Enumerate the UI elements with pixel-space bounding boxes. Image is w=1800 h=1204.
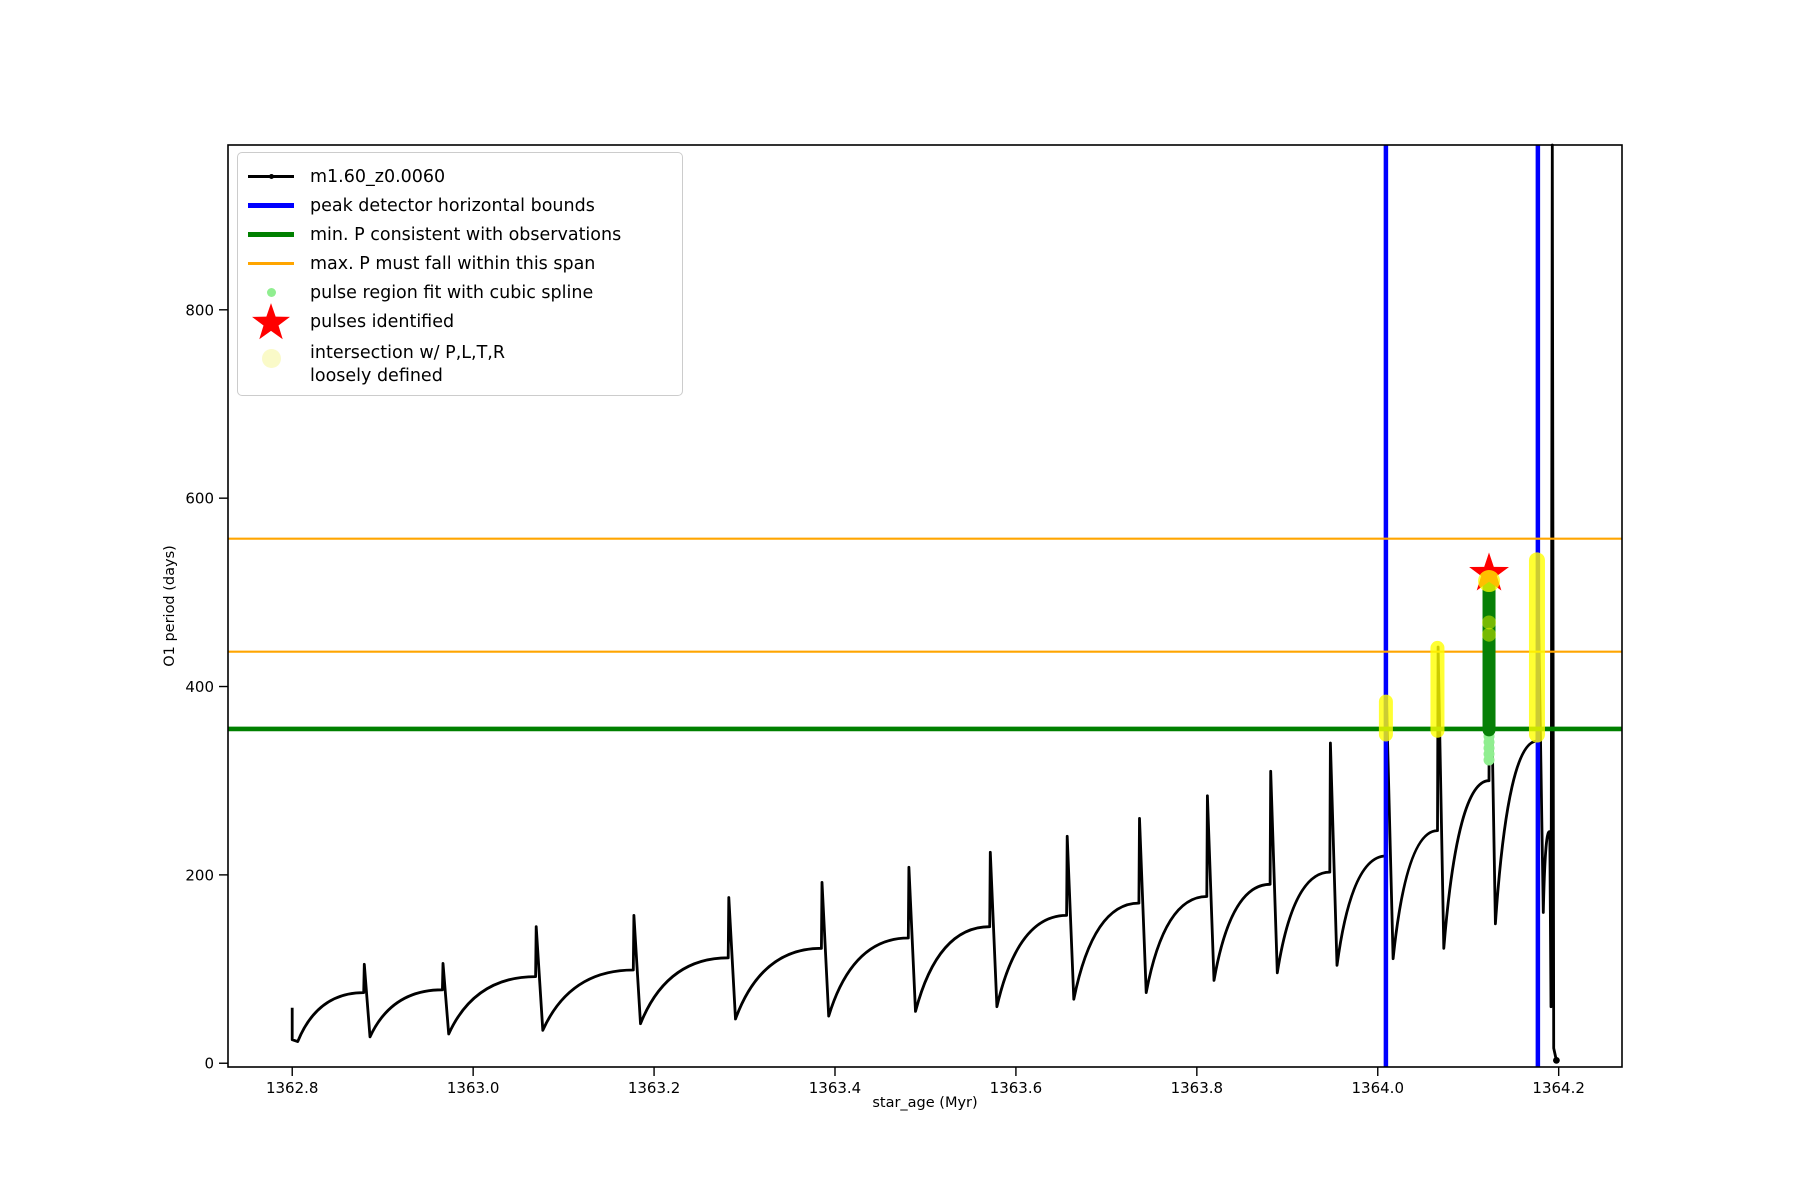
legend-row-peak-bounds: peak detector horizontal bounds — [246, 191, 672, 220]
x-tick-label: 1363.0 — [447, 1079, 500, 1097]
legend-label-line1: intersection w/ P,L,T,R — [310, 343, 505, 363]
legend-row-min-p: min. P consistent with observations — [246, 220, 672, 249]
legend-label: max. P must fall within this span — [310, 253, 596, 274]
x-tick-label: 1364.2 — [1532, 1079, 1585, 1097]
legend-label-line2: loosely defined — [310, 366, 443, 386]
red-star-icon — [246, 302, 296, 339]
y-tick-label: 800 — [185, 301, 214, 319]
legend-row-intersection: intersection w/ P,L,T,R loosely defined — [246, 336, 672, 388]
x-axis-label: star_age (Myr) — [872, 1095, 978, 1111]
curve-end-dot — [1553, 1057, 1560, 1064]
legend-label: pulse region fit with cubic spline — [310, 282, 594, 303]
x-tick-label: 1364.0 — [1352, 1079, 1405, 1097]
blue-line-icon — [246, 191, 296, 220]
pulse-overlays-group — [1378, 552, 1545, 766]
y-tick-label: 600 — [185, 490, 214, 508]
legend-label: intersection w/ P,L,T,R loosely defined — [310, 342, 505, 388]
peak-detector-bounds-group — [1383, 145, 1541, 1067]
y-axis-label: O1 period (days) — [162, 545, 178, 667]
orange-line-icon — [246, 249, 296, 278]
legend-label: min. P consistent with observations — [310, 224, 622, 245]
y-tick-label: 0 — [204, 1055, 214, 1073]
y-tick-label: 200 — [185, 866, 214, 884]
threshold-lines-group — [228, 537, 1622, 732]
legend-row-max-p: max. P must fall within this span — [246, 249, 672, 278]
line-with-dot-icon — [246, 162, 296, 191]
green-line-icon — [246, 220, 296, 249]
faint-yellow-dot — [1482, 627, 1497, 642]
legend-label: m1.60_z0.0060 — [310, 166, 446, 187]
legend-row-spline: pulse region fit with cubic spline — [246, 278, 672, 307]
y-tick-label: 400 — [185, 678, 214, 696]
legend-row-series: m1.60_z0.0060 — [246, 162, 672, 191]
pale-yellow-dot-icon — [246, 336, 296, 388]
x-tick-label: 1362.8 — [266, 1079, 319, 1097]
legend-label: pulses identified — [310, 311, 455, 332]
legend: m1.60_z0.0060 peak detector horizontal b… — [237, 152, 683, 396]
figure: 1362.8 1363.0 1363.2 1363.4 1363.6 1363.8 1364… — [0, 0, 1800, 1200]
legend-row-pulses: pulses identified — [246, 302, 672, 339]
x-tick-label: 1363.8 — [1171, 1079, 1224, 1097]
x-tick-label: 1363.2 — [628, 1079, 681, 1097]
faint-yellow-dot — [1482, 615, 1497, 630]
yellow-dot-on-star — [1478, 570, 1501, 593]
legend-label: peak detector horizontal bounds — [310, 195, 595, 216]
